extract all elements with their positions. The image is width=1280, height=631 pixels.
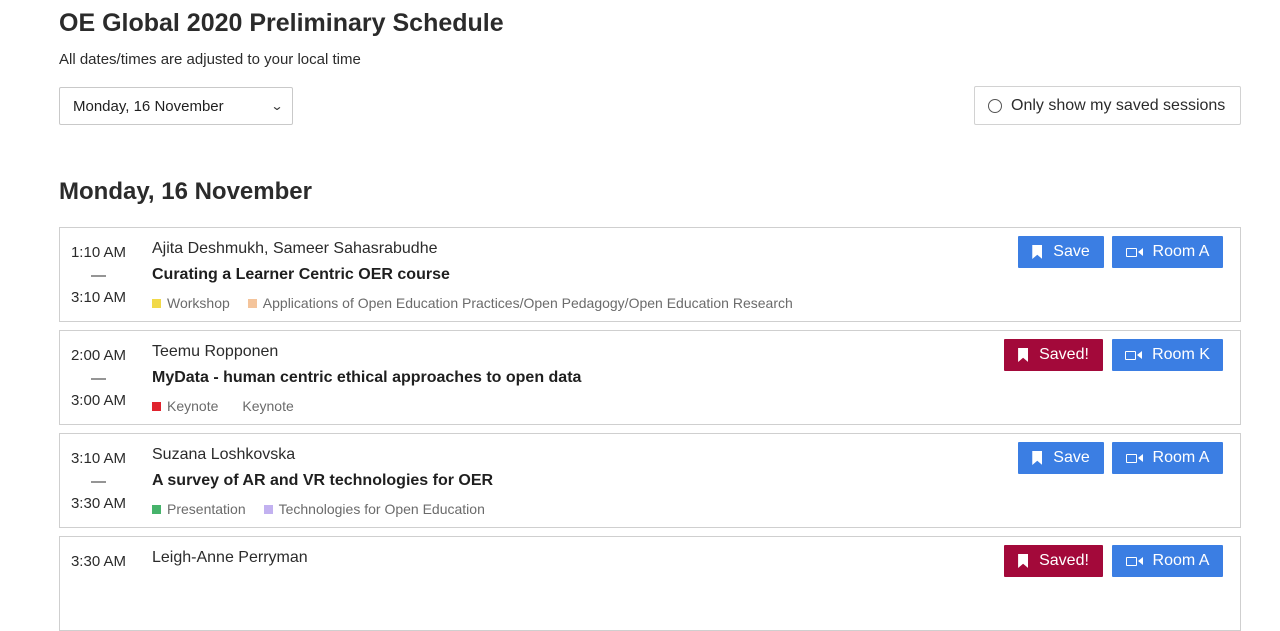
session-tags: Presentation Technologies for Open Educa…	[152, 501, 503, 517]
type-color-swatch	[152, 504, 161, 514]
timezone-note: All dates/times are adjusted to your loc…	[59, 51, 361, 68]
day-select-value: Monday, 16 November	[73, 97, 224, 115]
session-track-tag: Technologies for Open Education	[263, 501, 485, 517]
save-button-label: Saved!	[1039, 346, 1089, 363]
session-tags: Keynote Keynote	[152, 398, 312, 414]
session-title[interactable]: MyData - human centric ethical approache…	[152, 369, 581, 387]
session-type-tag: Keynote	[152, 398, 218, 414]
video-camera-icon	[1125, 350, 1143, 360]
session-start-time: 2:00 AM	[70, 347, 127, 364]
time-separator: —	[91, 370, 106, 387]
time-separator: —	[91, 473, 106, 490]
save-session-button[interactable]: Save	[1018, 236, 1104, 268]
room-button[interactable]: Room A	[1112, 442, 1223, 474]
session-track-tag: Keynote	[242, 398, 293, 414]
session-type-label: Workshop	[167, 295, 230, 311]
video-camera-icon	[1125, 453, 1143, 463]
session-track-label: Technologies for Open Education	[278, 501, 485, 517]
session-card: 3:10 AM — 3:30 AM Suzana Loshkovska A su…	[59, 433, 1241, 528]
bookmark-icon	[1018, 348, 1029, 362]
session-track-label: Keynote	[242, 398, 294, 414]
day-select[interactable]: Monday, 16 November ⌄	[59, 87, 293, 125]
track-color-swatch	[263, 504, 273, 514]
room-button[interactable]: Room A	[1112, 236, 1223, 268]
session-card: 3:30 AM Leigh-Anne Perryman Saved! Room …	[59, 536, 1241, 631]
session-track-tag: Applications of Open Education Practices…	[247, 295, 793, 311]
session-end-time: 3:30 AM	[70, 495, 127, 512]
room-button[interactable]: Room A	[1112, 545, 1223, 577]
day-heading: Monday, 16 November	[59, 178, 312, 205]
room-button-label: Room A	[1152, 243, 1210, 260]
session-card: 1:10 AM — 3:10 AM Ajita Deshmukh, Sameer…	[59, 227, 1241, 322]
saved-session-button[interactable]: Saved!	[1004, 339, 1103, 371]
bookmark-icon	[1032, 245, 1043, 259]
session-card: 2:00 AM — 3:00 AM Teemu Ropponen MyData …	[59, 330, 1241, 425]
session-start-time: 1:10 AM	[70, 244, 127, 261]
saved-sessions-filter[interactable]: Only show my saved sessions	[974, 86, 1241, 125]
room-button-label: Room A	[1152, 449, 1210, 466]
session-speakers: Ajita Deshmukh, Sameer Sahasrabudhe	[152, 240, 438, 257]
saved-session-button[interactable]: Saved!	[1004, 545, 1103, 577]
save-button-label: Save	[1053, 449, 1090, 466]
session-start-time: 3:30 AM	[70, 553, 127, 570]
video-camera-icon	[1125, 556, 1143, 566]
chevron-down-icon: ⌄	[270, 99, 284, 113]
type-color-swatch	[152, 401, 161, 411]
bookmark-icon	[1018, 554, 1029, 568]
save-button-label: Save	[1053, 243, 1090, 260]
video-camera-icon	[1125, 247, 1143, 257]
room-button[interactable]: Room K	[1112, 339, 1223, 371]
radio-icon[interactable]	[988, 98, 1002, 113]
saved-sessions-filter-label: Only show my saved sessions	[1011, 96, 1226, 114]
session-end-time: 3:00 AM	[70, 392, 127, 409]
save-session-button[interactable]: Save	[1018, 442, 1104, 474]
save-button-label: Saved!	[1039, 552, 1089, 569]
room-button-label: Room K	[1152, 346, 1210, 363]
session-type-tag: Presentation	[152, 501, 246, 517]
session-speakers: Teemu Ropponen	[152, 343, 279, 360]
session-start-time: 3:10 AM	[70, 450, 127, 467]
type-color-swatch	[152, 298, 161, 308]
room-button-label: Room A	[1152, 552, 1210, 569]
session-speakers: Leigh-Anne Perryman	[152, 549, 308, 566]
session-tags: Workshop Applications of Open Education …	[152, 295, 811, 311]
session-title[interactable]: A survey of AR and VR technologies for O…	[152, 472, 493, 490]
session-type-label: Keynote	[167, 398, 219, 414]
bookmark-icon	[1032, 451, 1043, 465]
session-type-label: Presentation	[167, 501, 246, 517]
track-color-swatch	[247, 298, 257, 308]
session-speakers: Suzana Loshkovska	[152, 446, 296, 463]
page-title: OE Global 2020 Preliminary Schedule	[59, 9, 504, 37]
session-end-time: 3:10 AM	[70, 289, 127, 306]
time-separator: —	[91, 267, 106, 284]
session-track-label: Applications of Open Education Practices…	[262, 295, 793, 311]
session-title[interactable]: Curating a Learner Centric OER course	[152, 266, 450, 284]
session-type-tag: Workshop	[152, 295, 230, 311]
